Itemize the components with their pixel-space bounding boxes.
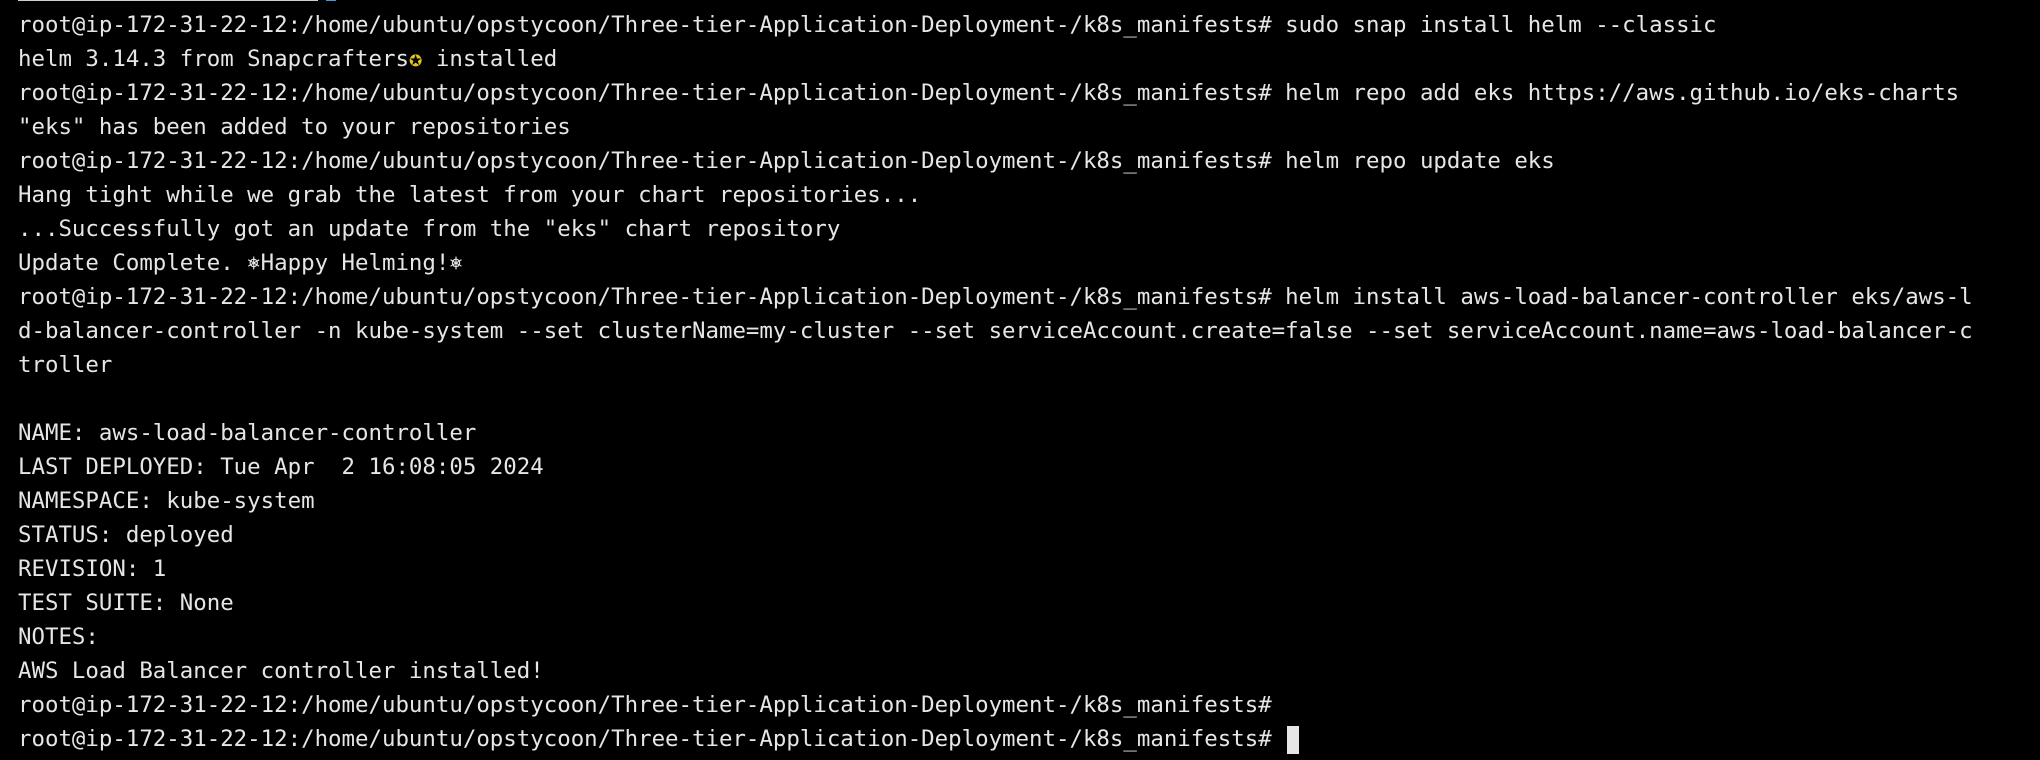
terminal-line: Update Complete. ⎈Happy Helming!⎈ [18, 250, 463, 276]
terminal-line: root@ip-172-31-22-12:/home/ubuntu/opstyc… [18, 148, 1555, 174]
terminal-line: helm 3.14.3 from Snapcrafters✪ installed [18, 42, 2040, 76]
text-cursor[interactable] [1287, 725, 1300, 754]
terminal-line: TEST SUITE: None [18, 590, 234, 616]
terminal-line: REVISION: 1 [18, 556, 167, 582]
terminal-line: ...Successfully got an update from the "… [18, 216, 841, 242]
terminal-output: root@ip-172-31-22-12:/home/ubuntu/opstyc… [18, 8, 2040, 756]
terminal-line: LAST DEPLOYED: Tue Apr 2 16:08:05 2024 [18, 454, 544, 480]
terminal-line: d-balancer-controller -n kube-system --s… [18, 318, 1973, 344]
terminal-line: NOTES: [18, 624, 99, 650]
helm-install-text: helm 3.14.3 from Snapcrafters [18, 46, 409, 72]
terminal-line: NAMESPACE: kube-system [18, 488, 315, 514]
terminal-line: AWS Load Balancer controller installed! [18, 658, 544, 684]
terminal-prompt-line[interactable]: root@ip-172-31-22-12:/home/ubuntu/opstyc… [18, 722, 2040, 756]
terminal-line: troller [18, 352, 113, 378]
terminal-line: "eks" has been added to your repositorie… [18, 114, 571, 140]
terminal-line: root@ip-172-31-22-12:/home/ubuntu/opstyc… [18, 80, 1960, 106]
shell-prompt: root@ip-172-31-22-12:/home/ubuntu/opstyc… [18, 726, 1272, 752]
terminal-line: root@ip-172-31-22-12:/home/ubuntu/opstyc… [18, 692, 1272, 718]
verified-publisher-icon: ✪ [408, 46, 423, 72]
terminal-window[interactable]: root@ip-172-31-22-12:/home/ubuntu/opstyc… [0, 0, 2040, 760]
helm-install-suffix: installed [422, 46, 558, 72]
terminal-line: root@ip-172-31-22-12:/home/ubuntu/opstyc… [18, 12, 1717, 38]
terminal-line: root@ip-172-31-22-12:/home/ubuntu/opstyc… [18, 284, 1973, 310]
terminal-line: STATUS: deployed [18, 522, 234, 548]
clipped-previous-line [18, 0, 1318, 4]
terminal-line: Hang tight while we grab the latest from… [18, 182, 922, 208]
terminal-line: NAME: aws-load-balancer-controller [18, 420, 477, 446]
